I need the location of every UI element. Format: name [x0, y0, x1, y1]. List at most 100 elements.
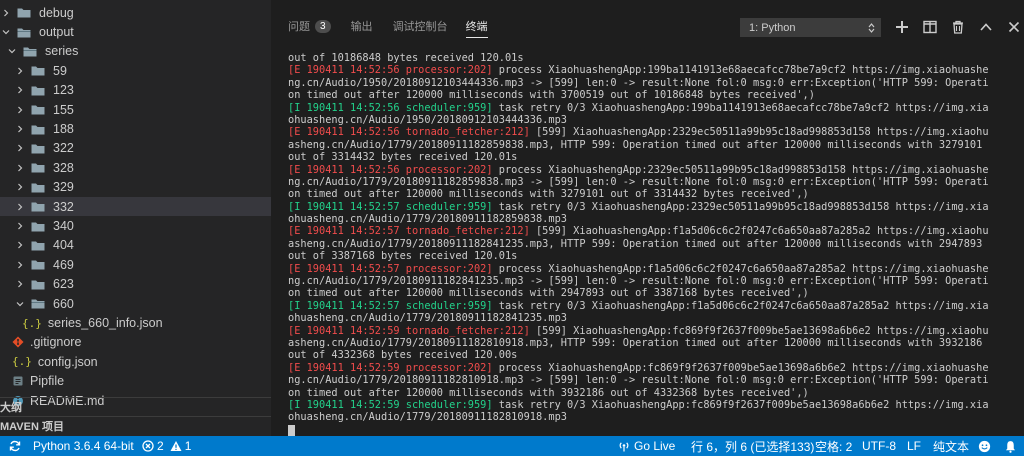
python-interpreter[interactable]: Python 3.6.4 64-bit — [33, 436, 134, 456]
tree-folder-332[interactable]: 332 — [0, 197, 271, 217]
chevron-right-icon — [15, 279, 25, 289]
tree-item-label: 340 — [53, 219, 74, 234]
tree-folder-328[interactable]: 328 — [0, 158, 271, 177]
chevron-right-icon — [15, 85, 25, 95]
tree-folder-188[interactable]: 188 — [0, 119, 271, 138]
close-icon[interactable] — [1005, 17, 1023, 37]
tree-file-gitignore[interactable]: .gitignore — [0, 333, 271, 352]
terminal-line: out of 10186848 bytes received 120.01s — [288, 52, 1008, 64]
chevron-right-icon — [1, 8, 11, 18]
tree-folder-debug[interactable]: debug — [0, 3, 271, 22]
log-text: task retry 0/3 XiaohuashengApp:199ba1141… — [492, 101, 989, 114]
tree-file-config-json[interactable]: {.} config.json — [0, 352, 271, 371]
json-file-icon: {.} — [12, 355, 32, 369]
tree-file-pipfile[interactable]: Pipfile — [0, 372, 271, 391]
log-text: on timed out after 120000 milliseconds w… — [288, 188, 809, 201]
chevron-right-icon — [15, 182, 25, 192]
terminal-line: [I 190411 14:52:56 scheduler:959] task r… — [288, 102, 1008, 114]
tree-folder-469[interactable]: 469 — [0, 255, 271, 274]
warning-icon — [170, 441, 182, 451]
log-info-prefix: [I 190411 14:52:56 scheduler:959] — [288, 101, 493, 114]
tree-folder-660[interactable]: 660 — [0, 294, 271, 313]
log-text: task retry 0/3 XiaohuashengApp:2329ec505… — [492, 200, 989, 213]
terminal-line: ohuasheng.cn/Audio/1950/2018091210344433… — [288, 114, 1008, 126]
terminal-line: ng.cn/Audio/1779/20180911182810918.mp3 -… — [288, 374, 1008, 386]
trash-icon[interactable] — [949, 17, 967, 37]
log-text: out of 10186848 bytes received 120.01s — [288, 52, 524, 64]
encoding[interactable]: UTF-8 — [862, 436, 896, 456]
chevron-right-icon — [15, 240, 25, 250]
folder-icon — [31, 182, 53, 193]
folder-icon — [17, 27, 39, 38]
tree-folder-322[interactable]: 322 — [0, 139, 271, 158]
tree-item-label: 623 — [53, 277, 74, 292]
tab-debug-console-label: 调试控制台 — [392, 21, 448, 33]
terminal-line: out of 3387168 bytes received 120.01s — [288, 250, 1008, 262]
tab-terminal[interactable]: 终端 — [465, 14, 488, 38]
terminal-select[interactable]: 1: Python — [740, 18, 881, 37]
log-text: task retry 0/3 XiaohuashengApp:fc869f9f2… — [492, 398, 989, 411]
tree-folder-output[interactable]: output — [0, 22, 271, 41]
language-mode[interactable]: 纯文本 — [933, 436, 969, 456]
chevron-right-icon — [15, 143, 25, 153]
log-error-prefix: [E 190411 14:52:59 processor:202] — [288, 361, 493, 374]
split-icon[interactable] — [921, 17, 939, 37]
indentation[interactable]: 空格: 2 — [815, 436, 852, 456]
sync-icon[interactable] — [9, 436, 21, 456]
bell-icon[interactable] — [1004, 436, 1017, 456]
line-ending[interactable]: LF — [907, 436, 921, 456]
folder-icon — [31, 65, 53, 76]
terminal-output[interactable]: out of 10186848 bytes received 120.01s [E… — [288, 52, 1008, 436]
terminal-line: ohuasheng.cn/Audio/1779/2018091118281091… — [288, 411, 1008, 423]
terminal-line: [E 190411 14:52:59 processor:202] proces… — [288, 362, 1008, 374]
chevron-right-icon — [15, 66, 25, 76]
tab-debug-console[interactable]: 调试控制台 — [393, 14, 448, 38]
plus-icon[interactable] — [893, 17, 911, 37]
log-text: ohuasheng.cn/Audio/1950/2018091210344433… — [288, 113, 567, 126]
tree-folder-series[interactable]: series — [0, 42, 271, 61]
tree-item-label: series — [45, 44, 79, 59]
log-error-prefix: [E 190411 14:52:56 processor:202] — [288, 64, 493, 77]
settings-file-icon — [13, 376, 23, 386]
folder-icon — [31, 240, 53, 251]
tree-folder-340[interactable]: 340 — [0, 216, 271, 235]
tab-problems[interactable]: 问题 3 — [288, 14, 331, 38]
log-text: out of 3387168 bytes received 120.01s — [288, 250, 518, 263]
tree-folder-404[interactable]: 404 — [0, 236, 271, 255]
terminal-line: out of 3314432 bytes received 120.01s — [288, 151, 1008, 163]
problems-indicator[interactable]: 2 1 — [142, 436, 191, 456]
log-text: ng.cn/Audio/1779/20180911182841235.mp3 -… — [288, 275, 989, 288]
tree-folder-59[interactable]: 59 — [0, 61, 271, 80]
cursor-position[interactable]: 行 6，列 6 (已选择133) — [691, 436, 814, 456]
terminal-select-value: 1: Python — [749, 21, 796, 34]
terminal-line: [E 190411 14:52:56 processor:202] proces… — [288, 64, 1008, 76]
log-text: process XiaohuashengApp:199ba1141913e68a… — [492, 64, 989, 77]
smiley-icon[interactable] — [978, 436, 991, 456]
tree-item-label: 660 — [53, 296, 74, 311]
tree-folder-329[interactable]: 329 — [0, 178, 271, 197]
tree-folder-623[interactable]: 623 — [0, 275, 271, 294]
maven-section-header[interactable]: MAVEN 项目 — [0, 416, 271, 436]
panel-tabs: 问题 3 输出 调试控制台 终端 — [271, 0, 1024, 52]
folder-icon — [31, 143, 53, 154]
tree-folder-123[interactable]: 123 — [0, 81, 271, 100]
terminal-line: [E 190411 14:52:57 tornado_fetcher:212] … — [288, 225, 1008, 237]
chevron-down-icon — [1, 27, 11, 37]
go-live-label: Go Live — [634, 439, 676, 453]
go-live-button[interactable]: Go Live — [618, 436, 675, 456]
tab-output[interactable]: 输出 — [351, 14, 373, 38]
terminal-line: ng.cn/Audio/1950/20180912103444336.mp3 -… — [288, 77, 1008, 89]
outline-section-header[interactable]: 大纲 — [0, 397, 271, 417]
log-text: ng.cn/Audio/1779/20180911182810918.mp3 -… — [288, 374, 989, 387]
tree-file-series-660-info-json[interactable]: {.} series_660_info.json — [0, 313, 271, 332]
folder-icon — [31, 221, 53, 232]
log-text: asheng.cn/Audio/1779/20180911182810918.m… — [288, 336, 983, 349]
log-text: ohuasheng.cn/Audio/1779/2018091118285983… — [288, 213, 567, 226]
tree-folder-155[interactable]: 155 — [0, 100, 271, 119]
folder-icon — [31, 259, 53, 270]
log-text: process XiaohuashengApp:fc869f9f2637f009… — [492, 361, 989, 374]
tree-item-label: debug — [39, 5, 74, 20]
tab-output-label: 输出 — [350, 21, 373, 33]
chevron-up-icon[interactable] — [977, 17, 995, 37]
tree-item-label: 188 — [53, 122, 74, 137]
